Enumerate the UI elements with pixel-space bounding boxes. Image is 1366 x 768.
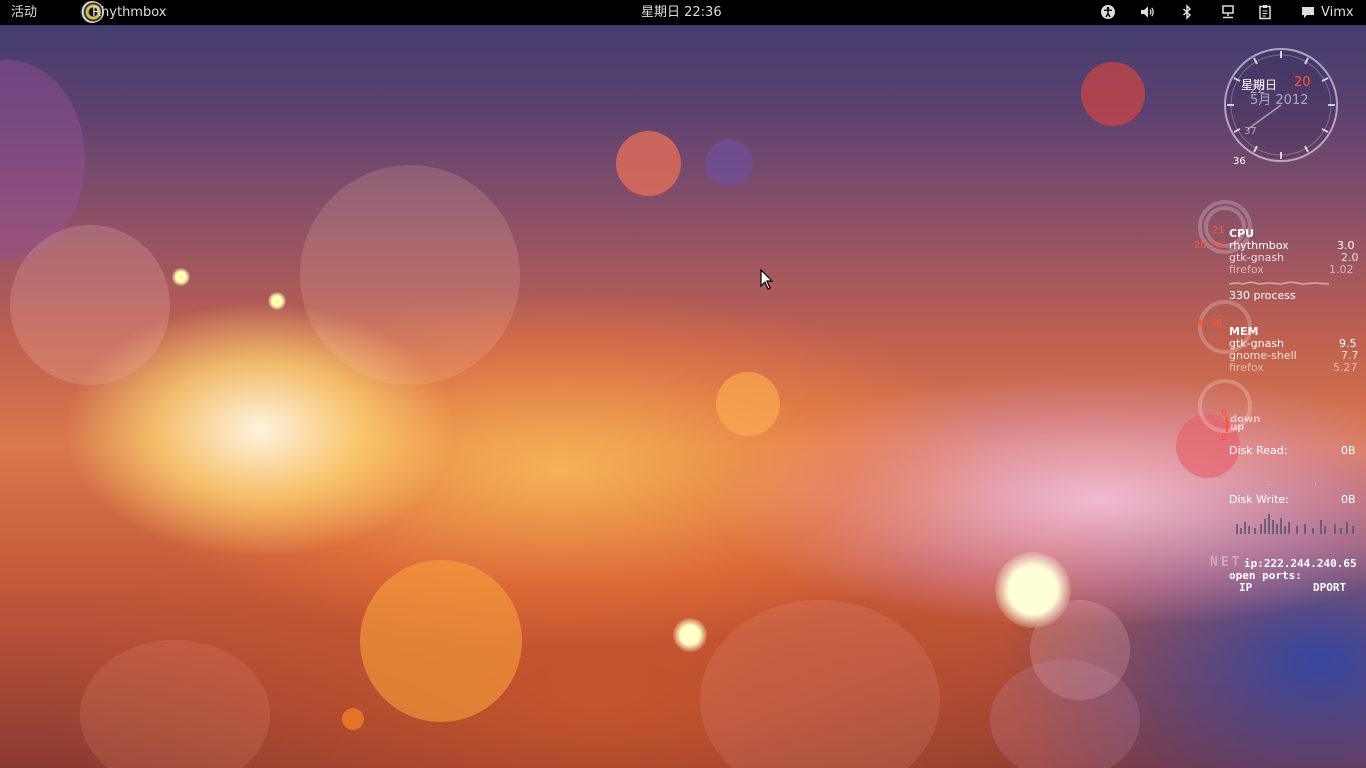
mem-gauge-value: 36 [1210,318,1223,329]
bokeh-circle [705,139,753,187]
disk-read-label: Disk Read: [1229,444,1288,457]
bokeh-circle [342,708,364,730]
bokeh-circle [268,292,286,310]
volume-icon[interactable] [1139,4,1155,20]
top-bar: 活动 Rhythmbox 星期日 22:36 Vimx [0,0,1366,25]
mouse-cursor [760,269,774,290]
cpu-gauge-outer-value: 21 [1212,225,1225,236]
disk-write-value: 0B [1341,493,1356,506]
bokeh-circle [80,640,270,768]
net-col-ip: IP [1239,581,1253,594]
network-down-value: 0 [1221,408,1228,419]
user-menu[interactable]: Vimx [1321,4,1354,21]
network-gauge [1198,379,1252,433]
activities-button[interactable]: 活动 [11,4,37,21]
bokeh-circle [673,618,707,652]
network-up-label: up [1230,422,1245,433]
clipboard-icon[interactable] [1257,4,1273,20]
clock-month-year: 5月 2012 [1250,93,1309,108]
disk-write-label: Disk Write: [1229,493,1289,506]
bokeh-circle [1081,62,1145,126]
desktop-wallpaper: 22 星期日 20 5月 2012 37 36 21 20 CPU rhythm… [0,0,1366,768]
bokeh-circle [716,372,780,436]
bokeh-circle [616,131,681,196]
bluetooth-icon[interactable] [1179,4,1195,20]
bokeh-circle [300,165,520,385]
net-col-dport: DPORT [1313,581,1347,594]
disk-read-value: 0B [1341,444,1356,457]
clock-button[interactable]: 星期日 22:36 [641,4,722,21]
network-up-value: 0 [1221,432,1228,443]
cpu-proc-value-3: 1.02 [1329,263,1354,276]
mem-proc-value-3: 5.27 [1333,361,1358,374]
mem-proc-name-3: firefox [1229,361,1264,374]
net-section-label: NET [1210,555,1243,570]
accessibility-icon[interactable] [1100,4,1116,20]
network-icon[interactable] [1220,4,1236,20]
chat-icon[interactable] [1300,4,1316,20]
cpu-gauge-inner-value: 20 [1194,240,1207,251]
clock-second: 36 [1233,156,1246,167]
cpu-history-graph [1229,281,1330,285]
disk-write-graph [1236,514,1354,534]
system-monitor-widgets: 22 星期日 20 5月 2012 37 36 21 20 CPU rhythm… [1180,40,1366,610]
clock-minute: 37 [1244,126,1257,137]
bokeh-circle [10,225,170,385]
bokeh-circle [172,268,190,286]
app-menu-label: Rhythmbox [92,5,167,20]
bokeh-circle [990,660,1140,768]
disk-read-graph [1269,484,1316,485]
bokeh-circle [360,560,522,722]
cpu-proc-name-3: firefox [1229,263,1264,276]
clock-day: 20 [1294,75,1311,90]
bokeh-circle [700,600,940,768]
app-menu[interactable]: Rhythmbox [78,0,188,25]
